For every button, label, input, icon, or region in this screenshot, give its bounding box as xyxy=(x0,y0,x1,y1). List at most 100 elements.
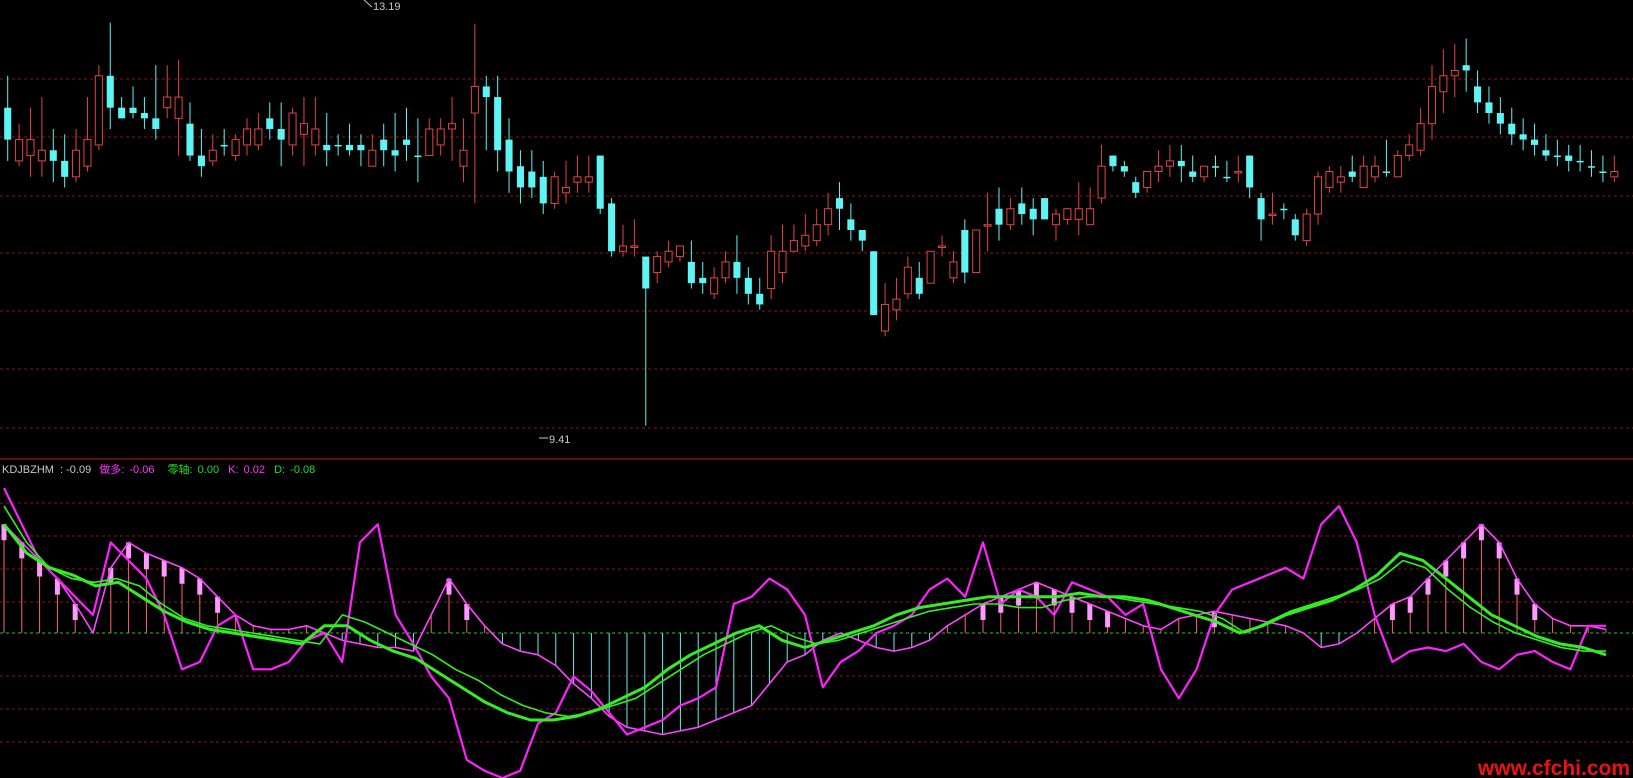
candle-body-up xyxy=(37,149,46,162)
candle-body-up xyxy=(1325,171,1334,188)
candle-body-down xyxy=(1109,155,1117,167)
candle-body-up xyxy=(1006,208,1015,226)
candle-body-up xyxy=(584,176,593,183)
candle-body-down xyxy=(106,75,114,108)
candle-body-up xyxy=(1336,176,1345,183)
candle-body-down xyxy=(1508,123,1516,135)
zero-value: 0.00 xyxy=(198,464,219,476)
candle-body-down xyxy=(1223,176,1231,179)
candle-body-up xyxy=(1610,171,1619,178)
candle-body-up xyxy=(618,245,628,252)
candle-body-up xyxy=(926,250,935,284)
candle-body-down xyxy=(152,118,160,129)
histogram-block xyxy=(1407,596,1413,613)
candle-body-down xyxy=(220,144,228,147)
high-price-label: 13.19 xyxy=(373,1,401,13)
candle-body-down xyxy=(516,166,524,188)
candle-body-up xyxy=(1359,165,1368,188)
candle-body-down xyxy=(197,155,205,167)
candle-body-up xyxy=(789,240,798,252)
candle-body-up xyxy=(778,250,787,274)
candle-body-down xyxy=(915,277,923,294)
candle-body-up xyxy=(1154,165,1163,173)
candle-body-up xyxy=(801,234,810,247)
candle-body-up xyxy=(630,245,639,248)
candle-body-up xyxy=(972,229,981,274)
candle-body-up xyxy=(1165,160,1174,167)
candle-body-up xyxy=(1393,155,1402,178)
candle-body-up xyxy=(83,139,92,167)
candle-body-down xyxy=(1041,198,1049,220)
k-value: 0.02 xyxy=(244,464,265,476)
candle-body-down xyxy=(1132,182,1140,193)
candle-body-up xyxy=(710,277,719,295)
candle-body-down xyxy=(391,150,399,156)
candle-body-up xyxy=(1086,208,1095,226)
histogram-block xyxy=(980,604,986,620)
candle-body-down xyxy=(847,219,855,230)
k-label: K: xyxy=(228,464,238,476)
histogram-block xyxy=(143,553,149,570)
candle-body-down xyxy=(482,86,490,98)
candle-body-down xyxy=(129,107,137,114)
candle-body-down xyxy=(277,128,285,140)
candle-body-down xyxy=(140,113,148,119)
candle-body-down xyxy=(870,251,878,316)
candle-body-down xyxy=(334,144,342,147)
candle-body-down xyxy=(1120,166,1128,172)
candle-body-up xyxy=(892,298,901,311)
candle-body-down xyxy=(1565,155,1573,161)
candle-body-up xyxy=(1450,69,1459,77)
candle-body-up xyxy=(254,128,263,146)
candle-body-up xyxy=(242,128,252,146)
candle-body-down xyxy=(49,150,57,161)
candle-body-up xyxy=(72,149,81,178)
candle-body-down xyxy=(961,230,969,273)
candle-body-down xyxy=(995,208,1003,225)
candle-body-up xyxy=(561,186,571,194)
candle-body-down xyxy=(642,256,650,289)
bull-label: 做多: xyxy=(99,462,124,476)
candle-body-down xyxy=(1542,150,1550,156)
histogram-block xyxy=(1105,611,1111,628)
candle-body-up xyxy=(288,112,297,146)
histogram-block xyxy=(179,567,185,584)
candle-body-up xyxy=(368,149,377,167)
candle-body-down xyxy=(380,139,388,151)
candle-body-up xyxy=(15,139,24,162)
candle-body-up xyxy=(1234,171,1243,174)
candle-body-down xyxy=(1257,198,1265,220)
candle-body-up xyxy=(470,85,479,114)
candle-body-down xyxy=(699,277,707,284)
candle-body-up xyxy=(231,139,240,157)
candle-body-down xyxy=(1189,171,1197,177)
candle-body-down xyxy=(357,144,365,151)
candle-body-up xyxy=(1439,75,1448,93)
histogram-block xyxy=(1087,604,1093,620)
bull-value: -0.06 xyxy=(129,464,154,476)
candle-body-up xyxy=(1314,176,1323,215)
candle-body-up xyxy=(938,245,947,248)
candle-body-up xyxy=(812,224,821,242)
candle-body-down xyxy=(1587,166,1596,168)
zero-label: 零轴: xyxy=(168,462,193,476)
candle-body-up xyxy=(573,176,582,183)
candle-body-up xyxy=(1051,213,1061,226)
candle-body-up xyxy=(949,261,958,279)
candle-body-down xyxy=(1246,155,1254,188)
stock-chart: 13.19 9.41 KDJBZHM : -0.09 做多: -0.06 零轴:… xyxy=(0,0,1633,778)
candle-body-down xyxy=(539,176,547,204)
candle-body-up xyxy=(550,176,559,204)
candle-body-down xyxy=(1576,160,1584,163)
candle-body-down xyxy=(414,155,422,158)
candle-body-up xyxy=(311,128,320,146)
candle-body-up xyxy=(1416,123,1425,151)
candle-body-up xyxy=(425,128,434,157)
watermark: www.cfchi.com xyxy=(1477,757,1630,778)
candle-body-up xyxy=(1268,213,1277,217)
candle-body-up xyxy=(1063,208,1072,220)
candle-body-down xyxy=(687,261,695,284)
indicator-name: KDJBZHM xyxy=(2,464,54,476)
candle-body-down xyxy=(1291,219,1299,236)
candle-body-down xyxy=(608,203,616,252)
